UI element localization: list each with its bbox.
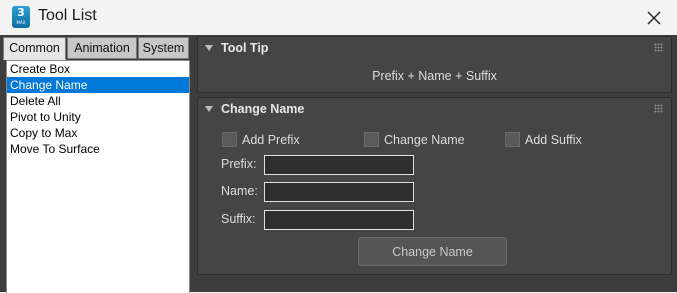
tab-animation[interactable]: Animation <box>67 37 137 59</box>
tool-tip-header[interactable]: Tool Tip <box>198 37 671 59</box>
change-name-header[interactable]: Change Name <box>198 98 671 120</box>
change-name-title: Change Name <box>221 102 305 116</box>
add-prefix-label: Add Prefix <box>242 133 300 147</box>
drag-grip-icon[interactable] <box>654 104 663 113</box>
title-bar: 3 MAX Tool List <box>0 0 677 35</box>
close-button[interactable] <box>631 0 677 35</box>
window-title: Tool List <box>38 7 97 24</box>
list-item-move-to-surface[interactable]: Move To Surface <box>7 141 189 157</box>
tool-listbox[interactable]: Create Box Change Name Delete All Pivot … <box>6 60 190 293</box>
list-item-pivot-to-unity[interactable]: Pivot to Unity <box>7 109 189 125</box>
tool-tip-rollout: Tool Tip Prefix + Name + Suffix <box>197 36 672 93</box>
prefix-label: Prefix: <box>221 157 257 171</box>
tool-tip-title: Tool Tip <box>221 41 269 55</box>
drag-grip-icon[interactable] <box>654 43 663 52</box>
tool-tip-text: Prefix + Name + Suffix <box>372 69 497 83</box>
close-icon <box>647 11 661 24</box>
name-label: Name: <box>221 184 258 198</box>
list-item-copy-to-max[interactable]: Copy to Max <box>7 125 189 141</box>
change-name-checkbox[interactable] <box>364 132 379 147</box>
name-input[interactable] <box>264 182 414 202</box>
prefix-input[interactable] <box>264 155 414 175</box>
list-item-change-name[interactable]: Change Name <box>7 77 189 93</box>
list-item-create-box[interactable]: Create Box <box>7 61 189 77</box>
change-name-label: Change Name <box>384 133 465 147</box>
change-name-button[interactable]: Change Name <box>358 237 507 266</box>
add-prefix-checkbox[interactable] <box>222 132 237 147</box>
collapse-arrow-icon <box>205 45 213 51</box>
tab-common[interactable]: Common <box>3 37 66 60</box>
3dsmax-app-icon: 3 MAX <box>12 6 30 28</box>
add-suffix-label: Add Suffix <box>525 133 582 147</box>
collapse-arrow-icon <box>205 106 213 112</box>
tab-system[interactable]: System <box>138 37 189 59</box>
list-item-delete-all[interactable]: Delete All <box>7 93 189 109</box>
suffix-label: Suffix: <box>221 212 256 226</box>
add-suffix-checkbox[interactable] <box>505 132 520 147</box>
suffix-input[interactable] <box>264 210 414 230</box>
